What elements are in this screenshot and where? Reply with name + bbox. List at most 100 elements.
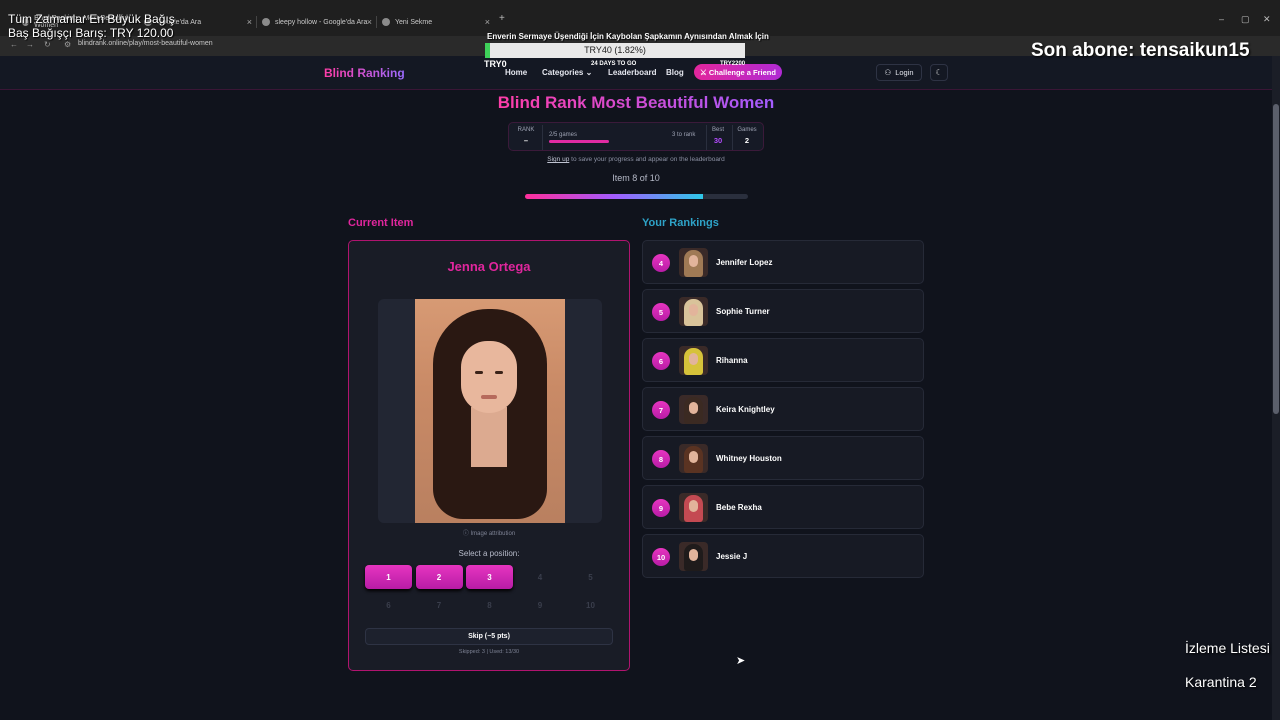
- rank-number-badge: 4: [652, 254, 670, 272]
- position-button[interactable]: 2: [415, 565, 463, 589]
- maximize-icon[interactable]: ▢: [1241, 14, 1250, 25]
- close-tab-icon[interactable]: ×: [367, 17, 372, 27]
- photo-eye: [495, 371, 503, 374]
- thumbnail-face: [689, 255, 698, 267]
- skip-button[interactable]: Skip (−5 pts): [365, 628, 613, 645]
- divider: [542, 125, 543, 150]
- player-stats: RANK – 2/5 games 3 to rank Best 30 Games…: [508, 122, 764, 151]
- ranking-row: 5 Sophie Turner: [642, 289, 924, 333]
- nav-home[interactable]: Home: [505, 68, 527, 77]
- ranking-name: Whitney Houston: [716, 454, 782, 463]
- signup-note: Sign up to save your progress and appear…: [547, 156, 725, 163]
- thumbnail-face: [689, 353, 698, 365]
- close-window-icon[interactable]: ✕: [1263, 14, 1271, 25]
- browser-tab-bar: Blind Ranking - Most Beautiful Women Goo…: [0, 0, 1280, 36]
- browser-tab[interactable]: sleepy hollow - Google'da Ara ×: [262, 12, 372, 32]
- thumbnail-face: [689, 500, 698, 512]
- theme-toggle-icon[interactable]: ☾: [930, 64, 948, 81]
- rank-number-badge: 9: [652, 499, 670, 517]
- divider: [706, 125, 707, 150]
- reload-icon[interactable]: ↻: [44, 40, 51, 49]
- candidate-photo: [415, 299, 565, 523]
- ranking-thumbnail: [679, 542, 708, 571]
- ranking-row: 7 Keira Knightley: [642, 387, 924, 431]
- page-title: Blind Rank Most Beautiful Women: [497, 93, 775, 112]
- position-button: 6: [386, 600, 391, 610]
- photo-lips: [481, 395, 497, 399]
- scrollbar-thumb[interactable]: [1273, 104, 1279, 414]
- login-button[interactable]: ⚇ Login: [876, 64, 922, 81]
- rank-number-badge: 5: [652, 303, 670, 321]
- position-button[interactable]: 3: [466, 565, 513, 589]
- nav-categories[interactable]: Categories ⌄: [542, 68, 592, 77]
- games-progress-label: 2/5 games: [549, 132, 578, 138]
- to-rank-label: 3 to rank: [672, 132, 696, 138]
- photo-neck: [471, 407, 507, 467]
- donation-goal-min: TRY0: [484, 59, 507, 69]
- item-progress-bar: [525, 194, 748, 199]
- rank-stat: RANK –: [517, 127, 535, 145]
- position-button: 9: [537, 600, 543, 610]
- rank-number-badge: 6: [652, 352, 670, 370]
- ranking-thumbnail: [679, 444, 708, 473]
- ranking-name: Sophie Turner: [716, 307, 770, 316]
- watchlist-overlay: İzleme Listesi: [1185, 640, 1270, 656]
- photo-face: [461, 341, 517, 413]
- browser-tab[interactable]: Yeni Sekme ×: [382, 12, 490, 32]
- site-info-icon[interactable]: ⚙: [64, 40, 71, 49]
- photo-eye: [475, 371, 483, 374]
- tab-divider: [376, 16, 377, 28]
- position-button: 7: [436, 600, 442, 610]
- item-counter: Item 8 of 10: [612, 173, 660, 183]
- current-item-card: Jenna Ortega ⓘ Image attribution Select …: [348, 240, 630, 671]
- thumbnail-face: [689, 402, 698, 414]
- ranking-thumbnail: [679, 493, 708, 522]
- new-tab-button[interactable]: +: [499, 13, 505, 24]
- thumbnail-face: [689, 304, 698, 316]
- rank-number-badge: 7: [652, 401, 670, 419]
- rank-number-badge: 8: [652, 450, 670, 468]
- games-stat: Games 2: [737, 127, 757, 145]
- close-tab-icon[interactable]: ×: [485, 17, 490, 27]
- user-icon: ⚇: [884, 68, 892, 77]
- latest-subscriber-overlay: Son abone: tensaikun15: [1031, 40, 1250, 61]
- games-progress-bar: [549, 140, 609, 143]
- rank-number-badge: 10: [652, 548, 670, 566]
- nav-leaderboard[interactable]: Leaderboard: [608, 68, 656, 77]
- image-attribution-link[interactable]: ⓘ Image attribution: [349, 528, 629, 537]
- url-field[interactable]: blindrank.online/play/most-beautiful-wom…: [78, 40, 213, 47]
- tab-favicon-icon: [382, 18, 390, 26]
- ranking-row: 9 Bebe Rexha: [642, 485, 924, 529]
- ranking-thumbnail: [679, 395, 708, 424]
- ranking-name: Rihanna: [716, 356, 748, 365]
- tab-favicon-icon: [262, 18, 270, 26]
- donation-goal-max: TRY2200: [720, 61, 746, 67]
- thumbnail-face: [689, 451, 698, 463]
- ranking-name: Keira Knightley: [716, 405, 775, 414]
- ranking-name: Bebe Rexha: [716, 503, 762, 512]
- ranking-name: Jennifer Lopez: [716, 258, 773, 267]
- position-button: 10: [586, 600, 595, 610]
- current-item-heading: Current Item: [348, 217, 414, 229]
- ranking-name: Jessie J: [716, 552, 748, 561]
- mouse-cursor-icon: ➤: [736, 655, 746, 667]
- close-tab-icon[interactable]: ×: [247, 17, 252, 27]
- skip-usage-note: Skipped: 3 | Used: 13/30: [458, 649, 520, 655]
- site-logo[interactable]: Blind Ranking: [324, 66, 405, 80]
- forward-icon[interactable]: →: [26, 40, 34, 49]
- position-button[interactable]: 1: [365, 565, 412, 589]
- page-scrollbar[interactable]: [1272, 56, 1280, 720]
- candidate-name: Jenna Ortega: [447, 259, 531, 274]
- nav-blog[interactable]: Blog: [666, 68, 684, 77]
- your-rankings-heading: Your Rankings: [642, 217, 719, 229]
- donation-goal-title: Enverin Sermaye Üşendiği İçin Kaybolan Ş…: [487, 32, 769, 41]
- ranking-row: 10 Jessie J: [642, 534, 924, 578]
- ranking-thumbnail: [679, 346, 708, 375]
- back-icon[interactable]: ←: [10, 40, 18, 49]
- minimize-icon[interactable]: –: [1219, 14, 1224, 24]
- item-progress-fill: [525, 194, 704, 199]
- donation-goal-bar: TRY40 (1.82%): [485, 43, 745, 58]
- signup-link[interactable]: Sign up: [547, 156, 569, 163]
- candidate-photo-frame: [378, 299, 602, 523]
- ranking-row: 8 Whitney Houston: [642, 436, 924, 480]
